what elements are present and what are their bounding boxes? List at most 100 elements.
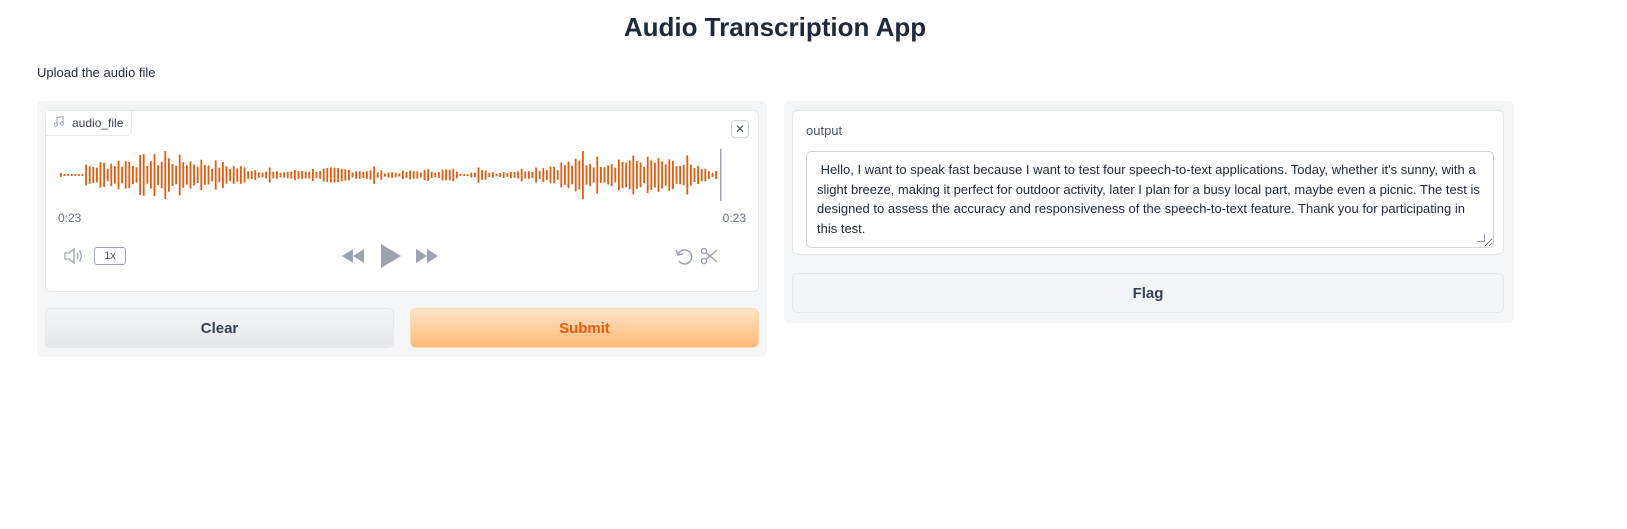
waveform-bar [546,170,548,180]
waveform-bar [254,170,257,180]
waveform-bar [556,170,559,180]
clear-button[interactable]: Clear [45,308,394,348]
waveform-bar [315,171,318,179]
waveform-bar [466,174,469,176]
output-box: output Hello, I want to speak fast becau… [792,110,1504,255]
waveform-bar [110,163,113,187]
waveform-bar [366,171,368,179]
waveform-bar [549,166,552,184]
waveform-bar [650,160,653,190]
waveform-bar [600,167,602,183]
waveform-bar [423,169,426,181]
waveform-bar [340,168,343,182]
waveform-bar [106,168,109,182]
waveform-bar [668,159,671,191]
waveform-bar [261,172,264,178]
waveform-bar [171,164,174,186]
waveform-bar [81,174,84,176]
waveform-bar [636,161,638,189]
waveform-bar [459,173,462,176]
waveform-bar [448,169,451,181]
waveform-bar [200,159,203,191]
output-textarea[interactable]: Hello, I want to speak fast because I wa… [806,151,1494,248]
waveform-bar [481,170,483,180]
waveform-bar [132,165,134,185]
waveform-bar [70,174,73,176]
waveform-bar [409,170,411,180]
waveform-bar [654,162,656,188]
waveform-bar [675,166,678,184]
waveform-bar [358,171,361,179]
waveform-bar [484,170,487,180]
waveform-bar [463,174,465,176]
waveform-bar [664,164,667,186]
waveform-bar [517,171,519,179]
waveform-bar [312,169,314,181]
waveform-bar [326,168,329,182]
waveform-bar [427,169,429,181]
waveform-bar [139,154,141,196]
waveform-bar [524,171,527,179]
waveform-bar [150,161,152,189]
waveform-bar [121,166,123,184]
waveform-bar [114,166,116,184]
output-panel: output Hello, I want to speak fast becau… [784,101,1514,323]
playback-speed-button[interactable]: 1x [94,247,126,265]
waveform-bar [362,171,365,178]
waveform-bar [632,155,635,195]
close-icon[interactable]: ✕ [731,120,749,138]
audio-waveform[interactable] [58,149,722,201]
waveform-bar [592,167,595,183]
fast-forward-icon[interactable] [415,248,439,264]
waveform-bar [146,166,149,184]
waveform-bar [74,174,77,176]
waveform-bar [236,168,239,182]
waveform-bar [585,165,588,185]
rewind-icon[interactable] [341,248,365,264]
waveform-bar [492,172,494,178]
waveform-bar [276,171,278,179]
waveform-bar [333,167,336,183]
current-time: 0:23 [58,211,82,225]
waveform-bar [153,154,156,196]
undo-icon[interactable] [674,247,694,267]
waveform-bar [513,172,516,178]
waveform-bar [218,167,221,183]
waveform-bar [715,171,717,179]
waveform-bar [495,173,498,177]
waveform-bar [643,166,645,184]
waveform-bar [294,169,296,181]
waveform-bar [528,171,530,179]
flag-button[interactable]: Flag [792,273,1504,313]
audio-label-chip: audio_file [46,111,133,136]
waveform-bar [78,174,80,176]
waveform-bar [189,161,192,189]
play-icon[interactable] [379,243,403,269]
waveform-bar [196,166,199,183]
waveform-bar [582,151,584,199]
waveform-bar [538,170,541,180]
scissors-icon[interactable] [700,247,718,265]
waveform-bar [434,172,437,178]
playback-controls: 1x [46,239,758,273]
volume-icon[interactable] [63,247,85,265]
waveform-bar [92,167,95,183]
page-description: Upload the audio file [37,65,156,80]
waveform-bar [614,167,617,183]
waveform-bar [474,172,476,178]
playhead[interactable] [720,149,722,201]
waveform-bar [625,162,627,188]
waveform-bar [186,165,188,185]
waveform-bar [596,156,599,194]
waveform-bar [686,155,689,195]
waveform-bar [337,168,339,182]
waveform-bar [589,164,591,186]
waveform-bar [578,160,581,190]
waveform-bar [268,167,271,183]
waveform-bar [63,174,66,176]
waveform-bar [690,164,692,186]
resize-handle[interactable] [1477,234,1485,242]
submit-button[interactable]: Submit [410,308,759,348]
waveform-bar [250,171,253,179]
waveform-bar [207,165,210,185]
